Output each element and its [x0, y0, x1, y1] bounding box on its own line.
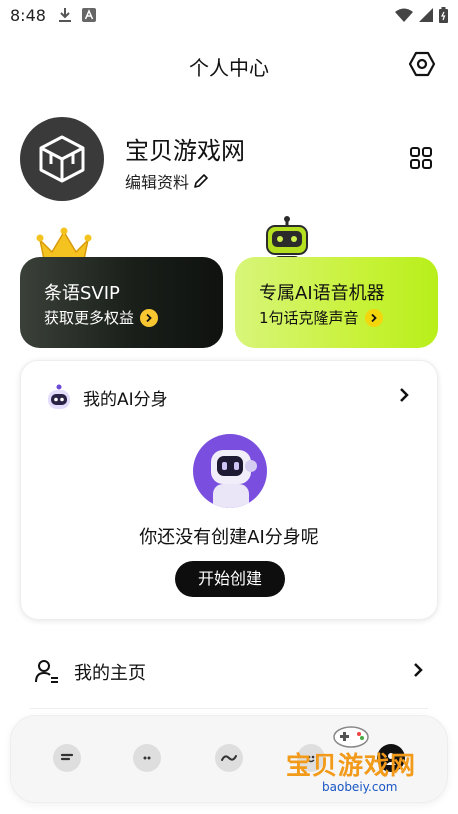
ai-bot-avatar [193, 434, 267, 508]
ai-voice-promo-card[interactable]: 专属AI语音机器 1句话克隆声音 [235, 257, 438, 348]
svip-title: 条语SVIP [44, 283, 120, 304]
chevron-right-icon [414, 663, 423, 677]
nav-chat[interactable] [53, 744, 81, 772]
chevron-right-icon [140, 308, 159, 327]
ai-card-header[interactable]: 我的AI分身 [45, 383, 168, 411]
status-bar: 8:48 [0, 0, 458, 32]
watermark-url: baobeiy.com [322, 780, 398, 794]
profile-section: 宝贝游戏网 编辑资料 [20, 117, 438, 203]
ai-card-title: 我的AI分身 [83, 389, 168, 410]
username: 宝贝游戏网 [125, 137, 245, 165]
chevron-right-icon[interactable] [397, 387, 411, 403]
robot-icon [143, 756, 151, 760]
chat-icon [60, 753, 74, 761]
wave-icon [221, 755, 237, 761]
status-time: 8:48 [10, 6, 46, 25]
hexagon-settings-icon [408, 51, 436, 77]
avatar[interactable] [20, 117, 104, 201]
ai-avatar-card: 我的AI分身 你还没有创建AI分身呢 开始创建 [20, 360, 438, 620]
box-3d-icon [39, 135, 85, 183]
chevron-right-icon [364, 308, 383, 327]
ai-empty-text: 你还没有创建AI分身呢 [139, 527, 319, 548]
robot-avatar-icon [211, 450, 257, 508]
gamepad-icon [333, 726, 369, 748]
pencil-icon [194, 174, 208, 188]
edit-profile-link[interactable]: 编辑资料 [125, 169, 209, 193]
robot-head-icon [48, 384, 70, 409]
watermark-text: 宝贝游戏网 [286, 751, 417, 780]
nav-robot[interactable] [133, 744, 161, 772]
page-title: 个人中心 [189, 56, 269, 80]
user-list-icon [35, 660, 58, 683]
ai-voice-subtitle: 1句话克隆声音 [259, 309, 359, 327]
settings-button[interactable] [408, 50, 436, 78]
top-bar: 个人中心 [0, 44, 458, 86]
nav-wave[interactable] [215, 744, 243, 772]
ai-voice-subtitle-row: 1句话克隆声音 [259, 307, 383, 328]
wifi-icon [395, 8, 413, 22]
menu-item-my-homepage[interactable]: 我的主页 [20, 646, 438, 696]
qr-code-button[interactable] [410, 147, 432, 169]
watermark: 宝贝游戏网 baobeiy.com [282, 722, 424, 802]
status-right-icons [395, 7, 448, 23]
a-box-icon [82, 8, 96, 22]
svip-promo-card[interactable]: 条语SVIP 获取更多权益 [20, 257, 223, 348]
svip-subtitle: 获取更多权益 [44, 309, 135, 327]
qr-code-icon [410, 147, 432, 169]
signal-icon [419, 8, 433, 22]
divider [30, 708, 428, 709]
download-icon [59, 8, 71, 22]
edit-profile-label: 编辑资料 [125, 173, 190, 192]
status-left-icons [58, 7, 96, 23]
menu-item-label: 我的主页 [74, 663, 146, 684]
ai-voice-title: 专属AI语音机器 [259, 283, 385, 304]
svip-subtitle-row: 获取更多权益 [44, 307, 159, 328]
battery-icon [439, 7, 448, 23]
start-create-button[interactable]: 开始创建 [175, 561, 285, 597]
